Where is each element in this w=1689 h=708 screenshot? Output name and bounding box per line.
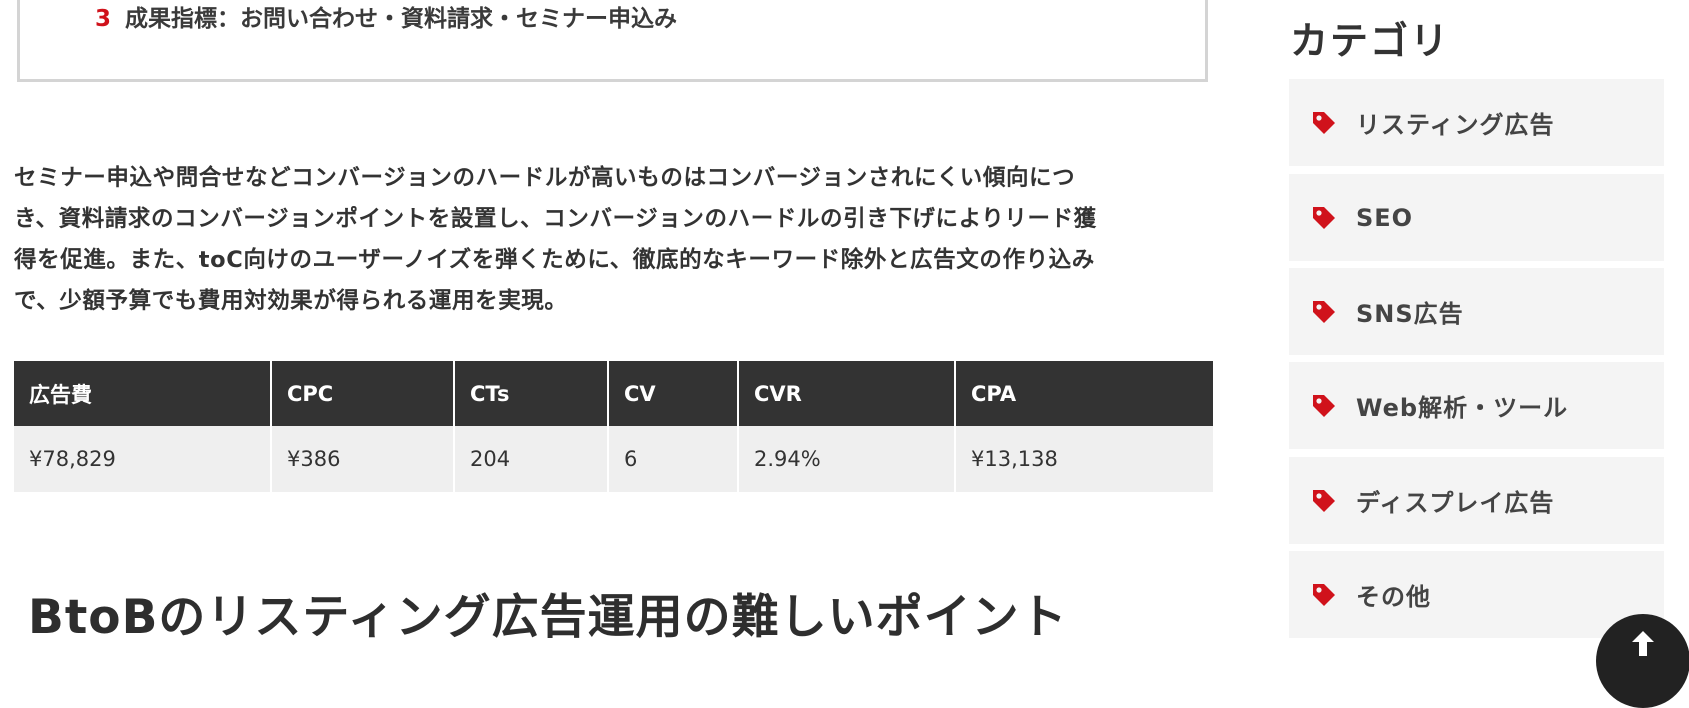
tag-icon bbox=[1311, 205, 1337, 231]
cell-ad-cost: ¥78,829 bbox=[14, 426, 272, 492]
category-link-seo[interactable]: SEO bbox=[1289, 174, 1664, 261]
table-row: ¥78,829 ¥386 204 6 2.94% ¥13,138 bbox=[14, 426, 1213, 492]
category-link-web-analytics[interactable]: Web解析・ツール bbox=[1289, 362, 1664, 449]
intro-line: 得を促進。また、toC向けのユーザーノイズを弾くために、徹底的なキーワード除外と… bbox=[14, 247, 1095, 273]
column-header-cv: CV bbox=[608, 361, 739, 426]
table-header-row: 広告費 CPC CTs CV CVR CPA bbox=[14, 361, 1213, 426]
intro-line: セミナー申込や問合せなどコンバージョンのハードルが高いものはコンバージョンされに… bbox=[14, 165, 1076, 191]
arrow-up-icon bbox=[1628, 628, 1658, 708]
tag-icon bbox=[1311, 393, 1337, 419]
category-label: ディスプレイ広告 bbox=[1356, 489, 1555, 517]
summary-item-text: 成果指標：お問い合わせ・資料請求・セミナー申込み bbox=[125, 6, 678, 32]
column-header-cpa: CPA bbox=[955, 361, 1213, 426]
column-header-ad-cost: 広告費 bbox=[14, 361, 272, 426]
category-link-other[interactable]: その他 bbox=[1289, 551, 1664, 638]
cell-cpa: ¥13,138 bbox=[955, 426, 1213, 492]
back-to-top-button[interactable] bbox=[1596, 614, 1689, 708]
intro-paragraph: セミナー申込や問合せなどコンバージョンのハードルが高いものはコンバージョンされに… bbox=[14, 158, 1214, 322]
section-heading: BtoBのリスティング広告運用の難しいポイント bbox=[28, 590, 1068, 645]
sidebar-title: カテゴリ bbox=[1290, 19, 1451, 63]
category-label: その他 bbox=[1356, 583, 1431, 611]
tag-icon bbox=[1311, 488, 1337, 514]
intro-line: で、少額予算でも費用対効果が得られる運用を実現。 bbox=[14, 288, 568, 314]
cell-cvr: 2.94% bbox=[738, 426, 956, 492]
results-table: 広告費 CPC CTs CV CVR CPA ¥78,829 ¥386 204 … bbox=[14, 361, 1213, 492]
category-link-listing-ads[interactable]: リスティング広告 bbox=[1289, 79, 1664, 166]
cell-cts: 204 bbox=[454, 426, 609, 492]
category-link-display-ads[interactable]: ディスプレイ広告 bbox=[1289, 457, 1664, 544]
cell-cv: 6 bbox=[608, 426, 739, 492]
summary-box: 3 成果指標：お問い合わせ・資料請求・セミナー申込み bbox=[17, 0, 1208, 82]
category-label: リスティング広告 bbox=[1356, 111, 1555, 139]
column-header-cpc: CPC bbox=[271, 361, 455, 426]
tag-icon bbox=[1311, 299, 1337, 325]
tag-icon bbox=[1311, 582, 1337, 608]
category-label: SEO bbox=[1356, 203, 1414, 232]
summary-item-number: 3 bbox=[95, 6, 112, 32]
summary-list-item: 3 成果指標：お問い合わせ・資料請求・セミナー申込み bbox=[95, 0, 677, 33]
column-header-cvr: CVR bbox=[738, 361, 956, 426]
column-header-cts: CTs bbox=[454, 361, 609, 426]
category-link-sns-ads[interactable]: SNS広告 bbox=[1289, 268, 1664, 355]
category-label: Web解析・ツール bbox=[1356, 394, 1569, 422]
category-label: SNS広告 bbox=[1356, 300, 1464, 328]
cell-cpc: ¥386 bbox=[271, 426, 455, 492]
tag-icon bbox=[1311, 110, 1337, 136]
intro-line: き、資料請求のコンバージョンポイントを設置し、コンバージョンのハードルの引き下げ… bbox=[14, 206, 1097, 232]
